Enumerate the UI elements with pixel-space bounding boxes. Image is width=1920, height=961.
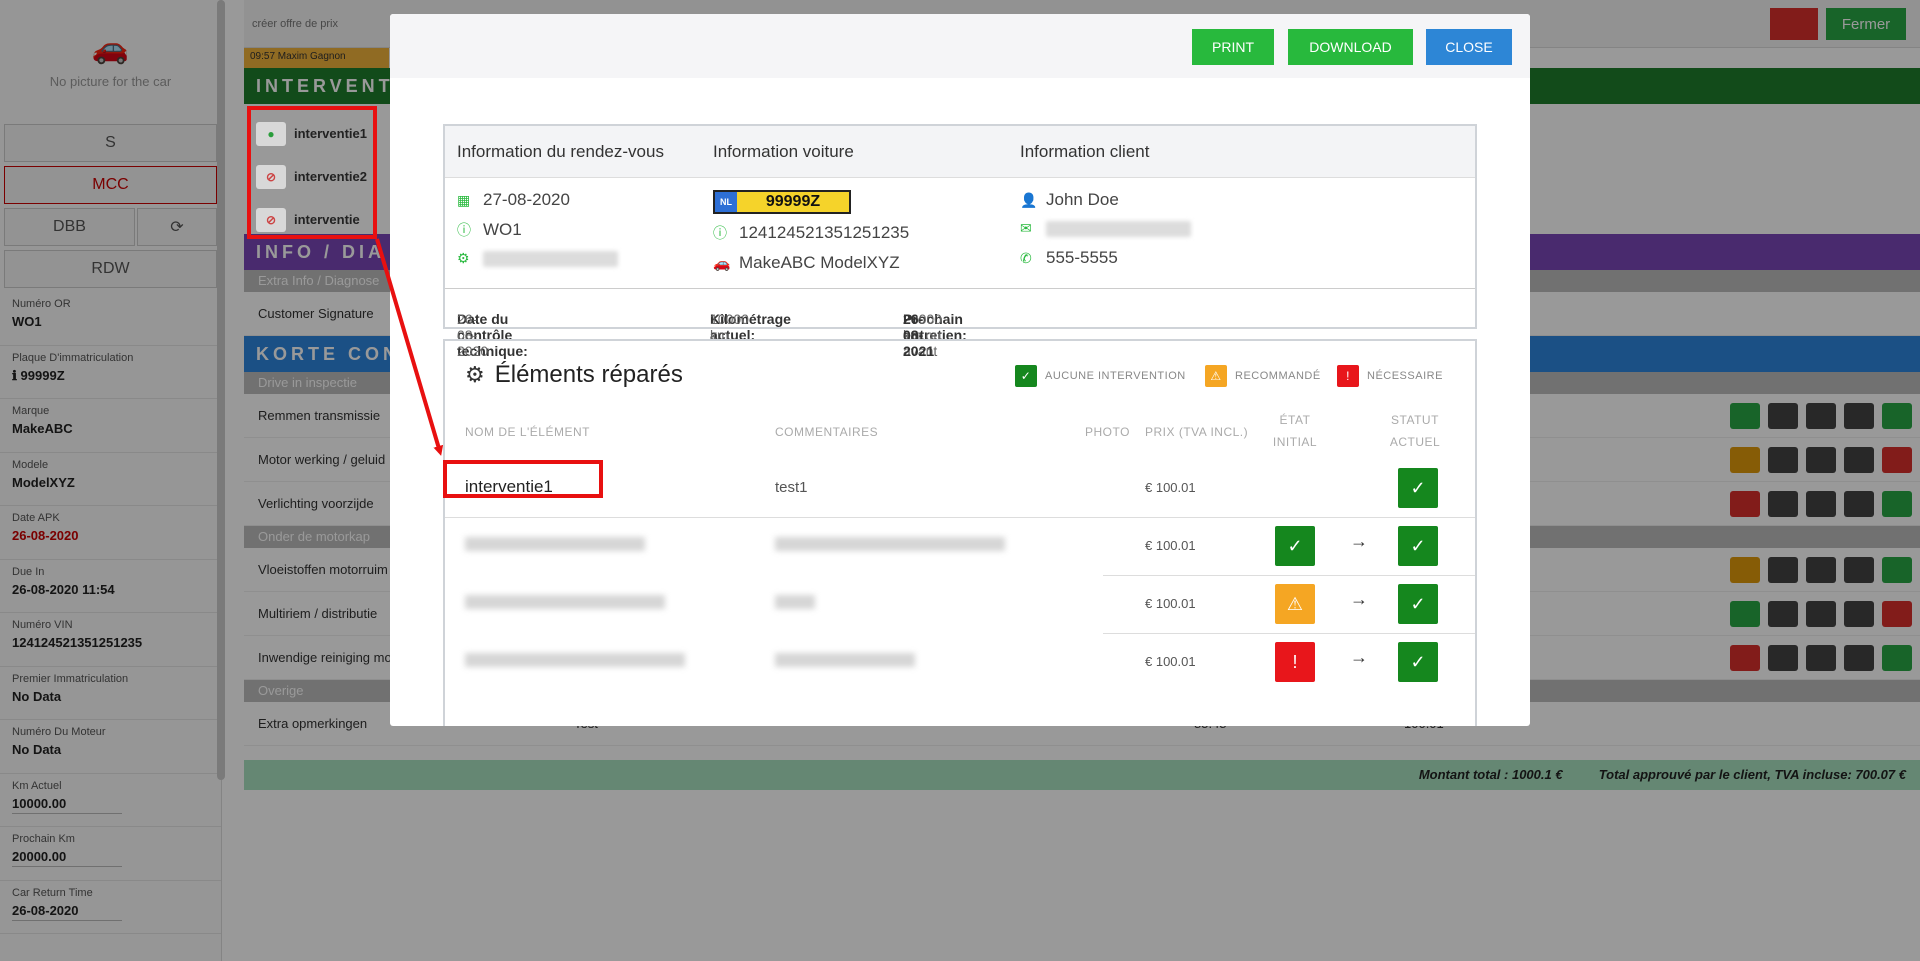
annotation-arrow bbox=[375, 238, 444, 456]
